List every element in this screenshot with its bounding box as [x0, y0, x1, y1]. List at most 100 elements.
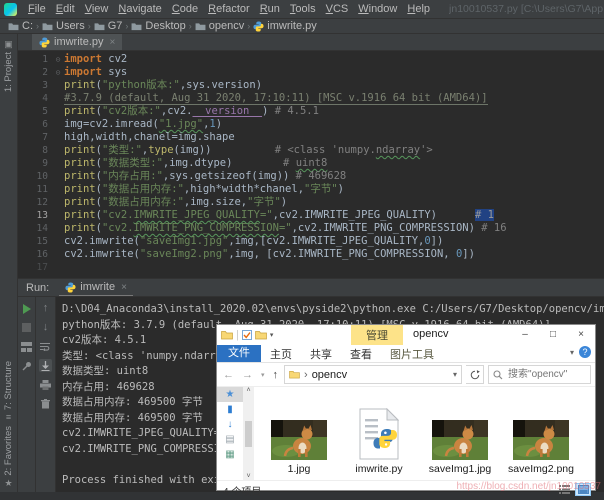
drive-icon[interactable]: ▮: [217, 402, 243, 417]
tab-imwrite-py[interactable]: imwrite.py ×: [32, 34, 123, 50]
ribbon-tab-2[interactable]: 共享: [301, 346, 341, 362]
pin-icon[interactable]: [20, 359, 33, 372]
menu-file[interactable]: File: [23, 3, 51, 15]
file-item-1-jpg[interactable]: 1.jpg: [263, 389, 335, 475]
quick-access-star-icon[interactable]: ★: [217, 387, 243, 402]
toolwindow-button-favorites[interactable]: 2: Favorites ★: [0, 426, 17, 488]
file-item-saveimg2-png[interactable]: saveImg2.png: [505, 389, 577, 475]
code-line[interactable]: 6 img=cv2.imread("1.jpg",1): [18, 118, 604, 131]
code-line[interactable]: 12 print("数据占用内存:",img.size,"字节"): [18, 196, 604, 209]
menu-view[interactable]: View: [80, 3, 114, 15]
history-caret-icon[interactable]: ▾: [259, 371, 267, 379]
ribbon-tab-3[interactable]: 查看: [341, 346, 381, 362]
code-line[interactable]: 16 cv2.imwrite("saveImg2.png",img, [cv2.I…: [18, 248, 604, 261]
breadcrumb-label: imwrite.py: [267, 20, 317, 32]
forward-icon[interactable]: →: [240, 369, 255, 381]
menu-tools[interactable]: Tools: [285, 3, 321, 15]
customize-caret-icon[interactable]: ▾: [270, 331, 274, 339]
breadcrumb-item-imwritepy[interactable]: imwrite.py: [251, 20, 319, 32]
maximize-button[interactable]: □: [539, 325, 567, 345]
collapse-ribbon-icon[interactable]: ▾: [570, 348, 574, 357]
ribbon-tab-0[interactable]: 文件: [217, 345, 261, 362]
scroll-up-icon[interactable]: ˄: [246, 387, 250, 394]
code-line[interactable]: 3 print("python版本:",sys.version): [18, 79, 604, 92]
back-icon[interactable]: ←: [221, 369, 236, 381]
rerun-button[interactable]: [20, 302, 33, 315]
code-line[interactable]: 15 cv2.imwrite("saveImg1.jpg",img,[cv2.IM…: [18, 235, 604, 248]
breadcrumb-item-desktop[interactable]: Desktop: [129, 20, 187, 32]
downloads-icon[interactable]: ↓: [217, 417, 243, 432]
search-box[interactable]: [488, 365, 591, 384]
up-icon[interactable]: ↑: [271, 369, 281, 381]
close-button[interactable]: ×: [567, 325, 595, 345]
scroll-to-end-icon[interactable]: [39, 359, 52, 372]
nav-pane-scrollbar[interactable]: ˄ ˅: [243, 387, 254, 480]
soft-wrap-icon[interactable]: [39, 340, 52, 353]
scroll-down-icon[interactable]: ˅: [246, 473, 250, 480]
help-icon[interactable]: ?: [579, 346, 591, 358]
search-input[interactable]: [506, 368, 586, 381]
line-number: 8: [42, 145, 48, 156]
menu-navigate[interactable]: Navigate: [113, 3, 166, 15]
pictures-icon[interactable]: ▦: [217, 447, 243, 462]
code-line[interactable]: 1 ⊝ import cv2: [18, 53, 604, 66]
clear-trash-icon[interactable]: [39, 397, 52, 410]
documents-icon[interactable]: ▤: [217, 432, 243, 447]
restore-layout-button[interactable]: [20, 340, 33, 353]
code-line[interactable]: 9 print("数据类型:",img.dtype) # uint8: [18, 157, 604, 170]
breadcrumb-item-users[interactable]: Users: [40, 20, 87, 32]
explorer-title-bar[interactable]: | ▾ 管理 opencv – □ ×: [217, 325, 595, 345]
breadcrumb-item-opencv[interactable]: opencv: [193, 20, 246, 32]
code-line[interactable]: 13 print("cv2.IMWRITE_JPEG_QUALITY=",cv2.…: [18, 209, 604, 222]
menu-refactor[interactable]: Refactor: [203, 3, 255, 15]
toolwindow-button-structure[interactable]: 7: Structure ≡: [0, 361, 17, 422]
menu-run[interactable]: Run: [255, 3, 285, 15]
new-folder-icon[interactable]: [255, 330, 267, 340]
down-stacktrace-icon[interactable]: ↓: [39, 321, 52, 334]
breadcrumb-item-g7[interactable]: G7: [92, 20, 125, 32]
properties-check-icon[interactable]: [241, 330, 252, 340]
menu-window[interactable]: Window: [353, 3, 402, 15]
menu-help[interactable]: Help: [402, 3, 435, 15]
close-icon[interactable]: ×: [110, 37, 116, 48]
run-toolbar: [18, 297, 36, 492]
quick-access-star-icon: ★: [225, 389, 235, 400]
menu-vcs[interactable]: VCS: [321, 3, 354, 15]
code-line[interactable]: 5 print("cv2版本:",cv2.__version__) # 4.5.1: [18, 105, 604, 118]
address-caret-icon[interactable]: ▾: [453, 370, 457, 379]
code-line[interactable]: 2 ⊝ import sys: [18, 66, 604, 79]
breadcrumb: C: › Users › G7 › Desktop › opencv › imwrite.py: [0, 19, 604, 34]
toolwindow-button-project[interactable]: ▣ 1: Project: [0, 40, 17, 93]
code-line[interactable]: 7 high,width,chanel=img.shape: [18, 131, 604, 144]
manage-contextual-tab[interactable]: 管理: [351, 325, 403, 345]
code-line[interactable]: 14 print("cv2.IMWRITE_PNG_COMPRESSION=",c…: [18, 222, 604, 235]
stop-button[interactable]: [20, 321, 33, 334]
breadcrumb-item-c[interactable]: C:: [6, 20, 35, 32]
fold-marker-icon[interactable]: ⊝: [52, 66, 64, 79]
refresh-button[interactable]: [466, 365, 485, 384]
file-item-imwrite-py[interactable]: imwrite.py: [343, 389, 415, 475]
line-number: 4: [42, 93, 48, 104]
minimize-button[interactable]: –: [511, 325, 539, 345]
scrollbar-thumb[interactable]: [245, 420, 252, 447]
print-icon[interactable]: [39, 378, 52, 391]
fold-gutter: [52, 79, 64, 92]
close-icon[interactable]: ×: [121, 282, 127, 293]
code-editor[interactable]: 1 ⊝ import cv2 2 ⊝ import sys 3 print("python版本…: [18, 51, 604, 280]
file-item-saveimg1-jpg[interactable]: saveImg1.jpg: [424, 389, 496, 475]
code-line[interactable]: 8 print("类型:",type(img)) # <class 'numpy.…: [18, 144, 604, 157]
folder-icon: [195, 22, 206, 31]
fold-marker-icon[interactable]: ⊝: [52, 53, 64, 66]
code-line[interactable]: 11 print("数据占用内存:",high*width*chanel,"字节"…: [18, 183, 604, 196]
folder-icon: [289, 370, 300, 379]
code-line[interactable]: 4 #3.7.9 (default, Aug 31 2020, 17:10:11)…: [18, 92, 604, 105]
up-stacktrace-icon[interactable]: ↑: [39, 302, 52, 315]
ribbon-tab-1[interactable]: 主页: [261, 346, 301, 362]
menu-code[interactable]: Code: [167, 3, 203, 15]
code-line[interactable]: 10 print("内存占用:",sys.getsizeof(img)) # 46…: [18, 170, 604, 183]
ribbon-tab-4[interactable]: 图片工具: [381, 346, 443, 362]
run-tab-imwrite[interactable]: imwrite ×: [59, 279, 133, 297]
address-input[interactable]: › opencv ▾: [284, 365, 463, 384]
menu-edit[interactable]: Edit: [51, 3, 80, 15]
drive-icon: ▮: [227, 404, 233, 415]
